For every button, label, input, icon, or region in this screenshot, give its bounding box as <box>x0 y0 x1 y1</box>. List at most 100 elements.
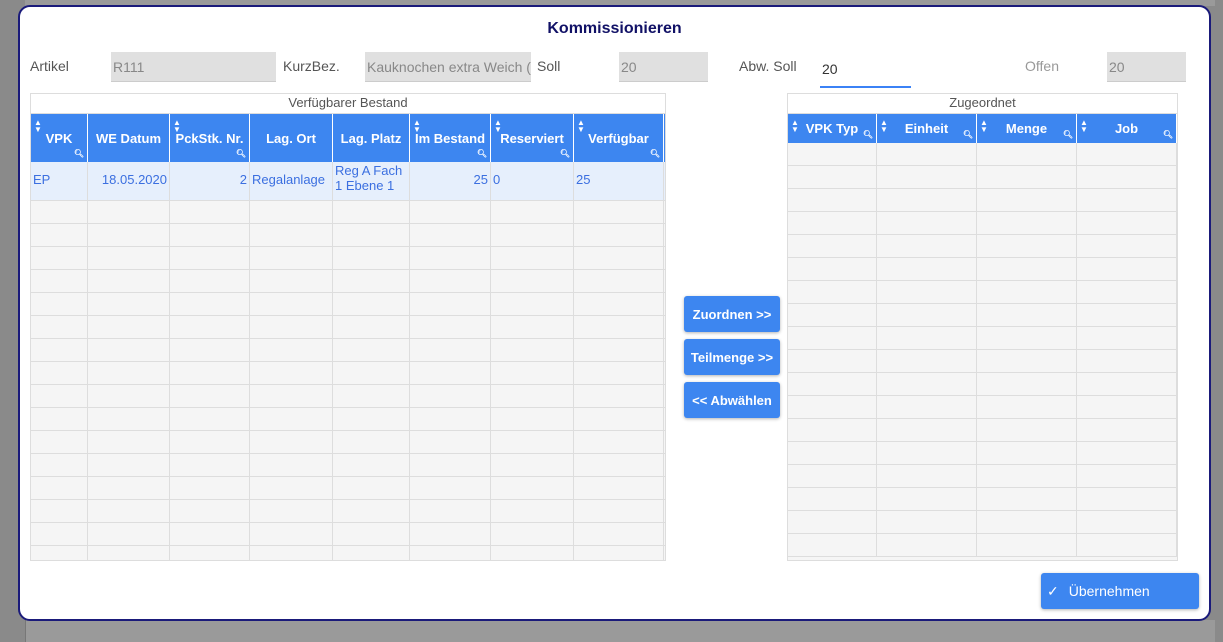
filter-search-icon[interactable]: 🔍︎ <box>1063 130 1073 139</box>
table-cell <box>170 224 250 246</box>
table-cell <box>88 408 170 430</box>
sort-icon[interactable]: ▲ ▼ <box>980 119 988 134</box>
column-header[interactable]: ▲ ▼ Im Bestand 🔍︎ <box>410 114 491 162</box>
deselect-button[interactable]: << Abwählen <box>684 382 780 418</box>
sort-icon[interactable]: ▲ ▼ <box>791 119 799 134</box>
table-cell <box>31 270 88 292</box>
empty-table-row <box>31 362 665 385</box>
column-header-label: VPK <box>45 130 73 146</box>
table-cell <box>788 396 877 418</box>
table-cell <box>410 362 491 384</box>
table-cell <box>170 477 250 499</box>
sort-icon[interactable]: ▲ ▼ <box>577 119 585 134</box>
table-cell <box>31 431 88 453</box>
table-cell <box>877 373 977 395</box>
table-cell <box>877 143 977 165</box>
table-cell <box>31 454 88 476</box>
sort-icon[interactable]: ▲ ▼ <box>173 119 181 134</box>
abw-soll-label: Abw. Soll <box>739 58 797 74</box>
table-cell <box>1077 396 1177 418</box>
sort-icon[interactable]: ▲ ▼ <box>494 119 502 134</box>
filter-search-icon[interactable]: 🔍︎ <box>477 149 487 158</box>
filter-search-icon[interactable]: 🔍︎ <box>560 149 570 158</box>
table-cell <box>1077 212 1177 234</box>
table-cell <box>1077 534 1177 556</box>
table-cell <box>491 293 574 315</box>
column-header[interactable]: ▲ ▼ Verfügbar 🔍︎ <box>574 114 664 162</box>
table-cell <box>788 465 877 487</box>
sort-icon[interactable]: ▲ ▼ <box>1080 119 1088 134</box>
table-cell <box>977 143 1077 165</box>
table-cell <box>410 431 491 453</box>
apply-button[interactable]: ✓ Übernehmen <box>1041 573 1199 609</box>
column-header-label: Lag. Ort <box>266 130 316 146</box>
kurzbez-field[interactable]: Kauknochen extra Weich (1 <box>365 52 531 82</box>
table-cell <box>333 546 410 560</box>
filter-search-icon[interactable]: 🔍︎ <box>863 130 873 139</box>
table-cell <box>170 385 250 407</box>
column-header[interactable]: ▲ ▼ Job 🔍︎ <box>1077 114 1177 143</box>
filter-search-icon[interactable]: 🔍︎ <box>236 149 246 158</box>
abw-soll-input[interactable]: 20 <box>820 54 911 88</box>
empty-table-row <box>31 385 665 408</box>
column-header[interactable]: ▲ ▼ Einheit 🔍︎ <box>877 114 977 143</box>
table-cell <box>410 385 491 407</box>
table-cell <box>1077 327 1177 349</box>
empty-table-row <box>31 293 665 316</box>
table-cell <box>574 500 664 522</box>
table-cell <box>574 408 664 430</box>
table-cell <box>574 293 664 315</box>
table-cell <box>333 477 410 499</box>
check-icon: ✓ <box>1047 582 1059 599</box>
empty-table-row <box>788 373 1177 396</box>
empty-table-row <box>788 304 1177 327</box>
sort-icon[interactable]: ▲ ▼ <box>413 119 421 134</box>
column-header[interactable]: ▲ ▼ VPK 🔍︎ <box>31 114 88 162</box>
filter-search-icon[interactable]: 🔍︎ <box>650 149 660 158</box>
artikel-field[interactable]: R111 <box>111 52 276 82</box>
column-header-label: VPK Typ <box>805 121 859 136</box>
table-cell <box>170 523 250 545</box>
filter-search-icon[interactable]: 🔍︎ <box>74 149 84 158</box>
column-header[interactable]: ▲ ▼ VPK Typ 🔍︎ <box>788 114 877 143</box>
assign-button[interactable]: Zuordnen >> <box>684 296 780 332</box>
table-cell <box>977 212 1077 234</box>
table-cell <box>877 235 977 257</box>
column-header[interactable]: WE Datum <box>88 114 170 162</box>
column-header[interactable]: Lag. Platz <box>333 114 410 162</box>
sort-icon[interactable]: ▲ ▼ <box>34 119 42 134</box>
table-cell <box>170 500 250 522</box>
table-cell <box>31 500 88 522</box>
table-cell <box>1077 465 1177 487</box>
table-cell <box>170 201 250 223</box>
table-cell <box>88 500 170 522</box>
table-cell <box>170 362 250 384</box>
sort-icon[interactable]: ▲ ▼ <box>880 119 888 134</box>
empty-table-row <box>31 224 665 247</box>
column-header[interactable]: Lag. Ort <box>250 114 333 162</box>
soll-field[interactable]: 20 <box>619 52 708 82</box>
filter-search-icon[interactable]: 🔍︎ <box>963 130 973 139</box>
table-cell <box>250 500 333 522</box>
table-cell <box>88 247 170 269</box>
column-header[interactable]: ▲ ▼ PckStk. Nr. 🔍︎ <box>170 114 250 162</box>
table-cell <box>170 270 250 292</box>
table-caption: Verfügbarer Bestand <box>31 94 665 114</box>
table-cell <box>877 396 977 418</box>
partial-quantity-button[interactable]: Teilmenge >> <box>684 339 780 375</box>
column-header[interactable]: ▲ ▼ Reserviert 🔍︎ <box>491 114 574 162</box>
offen-field[interactable]: 20 <box>1107 52 1186 82</box>
empty-table-row <box>31 454 665 477</box>
filter-search-icon[interactable]: 🔍︎ <box>1163 130 1173 139</box>
table-cell <box>31 316 88 338</box>
table-row[interactable]: EP 18.05.2020 2 Regalanlage Reg A Fach 1 Ebe… <box>31 162 665 201</box>
empty-table-row <box>788 396 1177 419</box>
column-header[interactable]: ▲ ▼ Menge 🔍︎ <box>977 114 1077 143</box>
table-cell <box>88 270 170 292</box>
table-cell <box>410 500 491 522</box>
table-cell <box>410 201 491 223</box>
table-cell <box>31 362 88 384</box>
table-cell <box>977 281 1077 303</box>
table-cell <box>88 454 170 476</box>
table-cell <box>88 224 170 246</box>
